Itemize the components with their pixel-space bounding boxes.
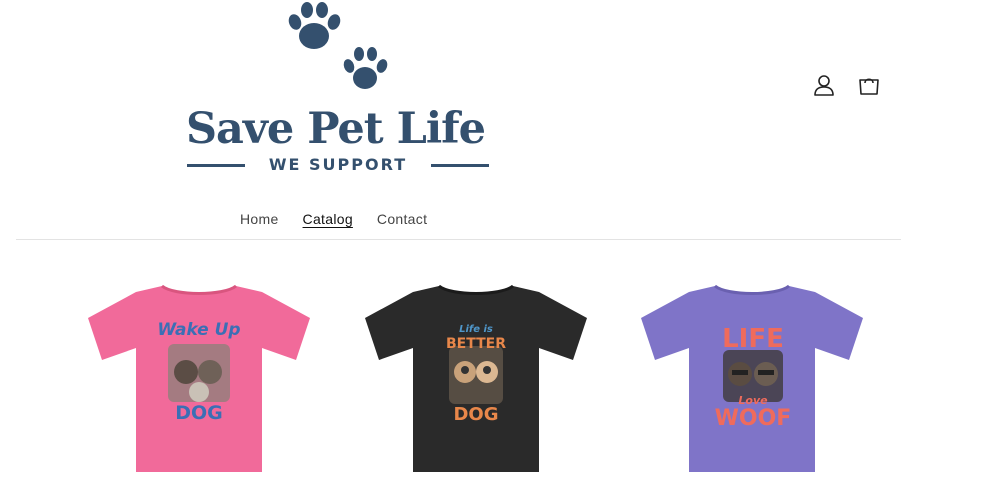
print-line: WOOF xyxy=(714,406,792,431)
header-icons xyxy=(808,70,888,100)
print-line: Wake Up xyxy=(157,320,241,340)
header-divider xyxy=(16,239,901,240)
nav-item-catalog[interactable]: Catalog xyxy=(303,208,353,230)
product-card[interactable]: LIFE Love WOOF xyxy=(637,280,867,480)
print-line: LIFE xyxy=(722,324,784,354)
print-line: Life is xyxy=(459,324,493,335)
logo-tagline-row: WE SUPPORT xyxy=(187,153,489,177)
tshirt-image xyxy=(365,284,587,472)
tshirt-image xyxy=(88,284,310,472)
product-card[interactable]: Wake Up DOG xyxy=(84,280,314,480)
cart-button[interactable] xyxy=(853,70,885,100)
logo-title: Save Pet Life xyxy=(186,104,486,154)
site-logo[interactable]: Save Pet Life WE SUPPORT xyxy=(180,0,495,180)
product-card[interactable]: Life is BETTER DOG xyxy=(361,280,591,480)
logo-rule xyxy=(187,164,245,167)
print-line: DOG xyxy=(453,404,499,425)
main-nav: Home Catalog Contact xyxy=(240,208,451,230)
paw-print-icon xyxy=(343,47,388,89)
logo-tagline: WE SUPPORT xyxy=(268,155,408,174)
nav-item-contact[interactable]: Contact xyxy=(377,208,427,230)
print-line: DOG xyxy=(175,402,223,424)
nav-item-home[interactable]: Home xyxy=(240,208,279,230)
tshirt-image xyxy=(641,284,863,472)
product-grid: Wake Up DOG Life is BETTER DOG LIFE Love… xyxy=(0,250,990,487)
logo-rule xyxy=(431,164,489,167)
print-line: BETTER xyxy=(446,336,506,352)
shopping-bag-icon xyxy=(859,78,879,95)
user-icon xyxy=(814,75,834,96)
paw-print-icon xyxy=(288,2,341,49)
account-button[interactable] xyxy=(808,70,840,100)
